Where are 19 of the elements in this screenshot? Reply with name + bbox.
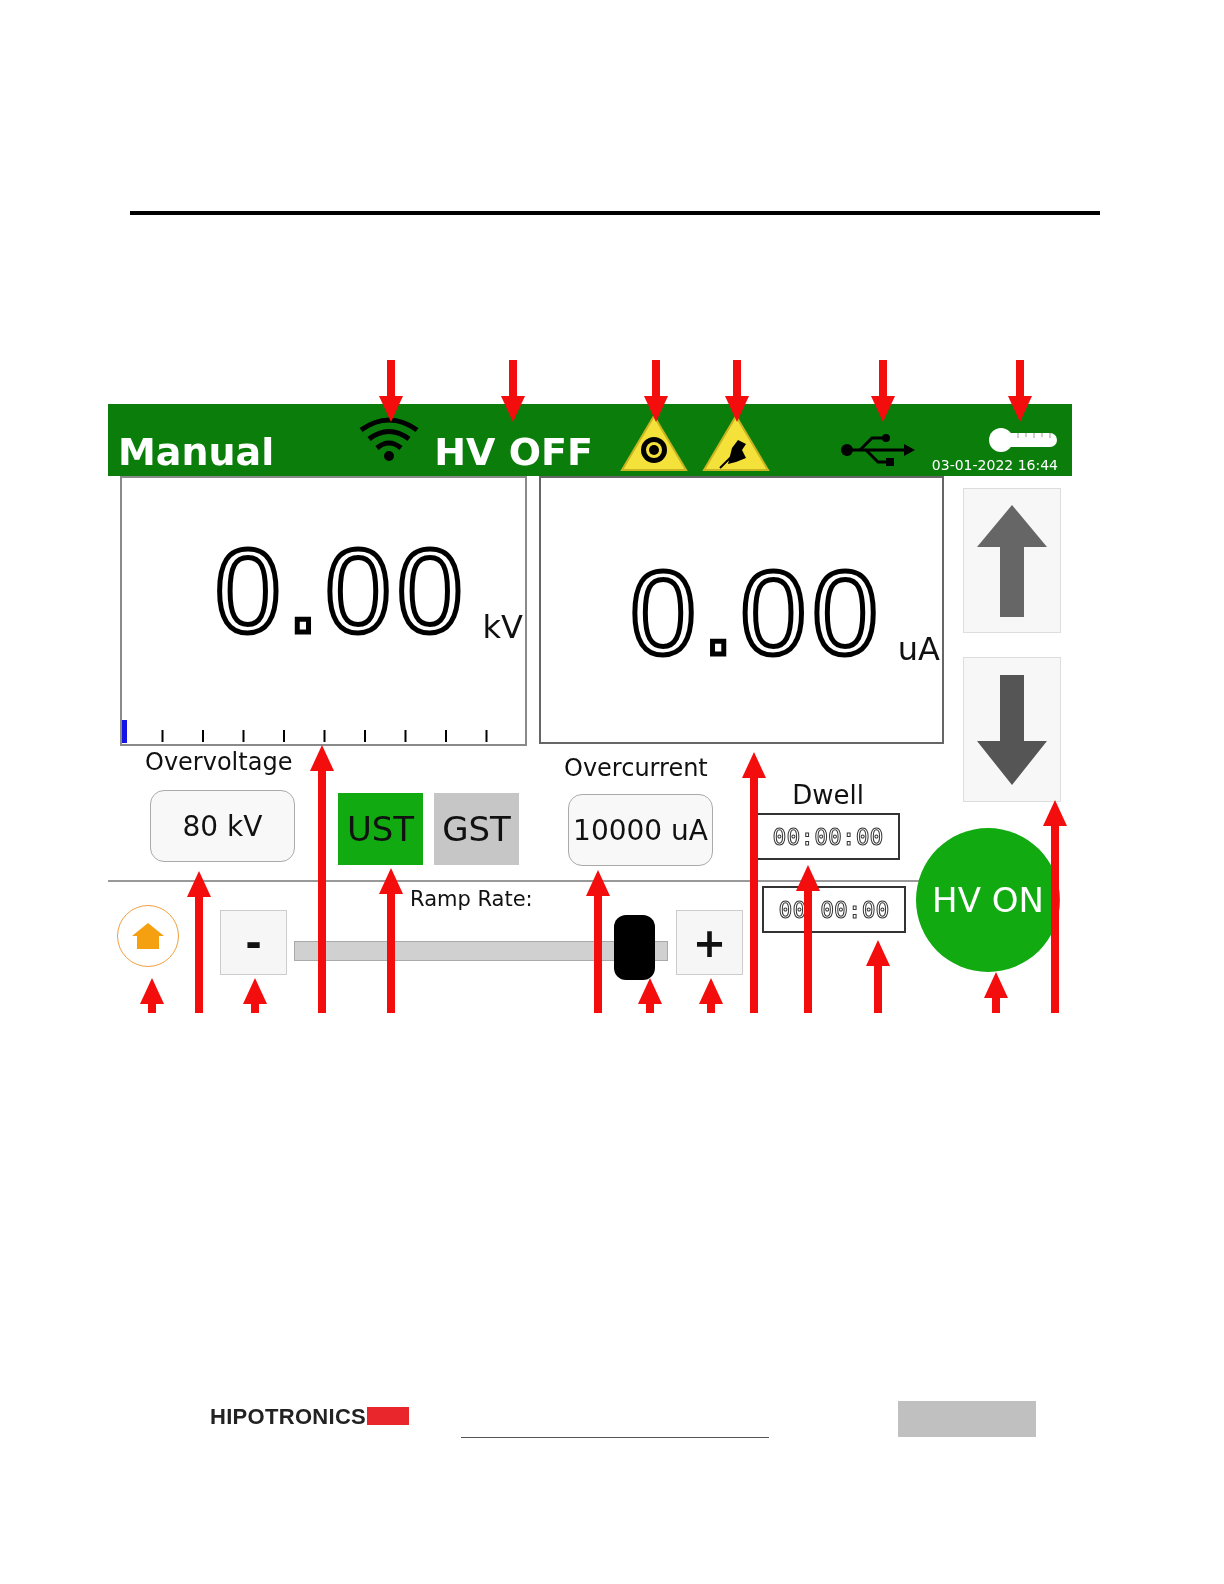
ramp-rate-label: Ramp Rate: <box>410 887 534 911</box>
mode-title: Manual <box>118 430 275 474</box>
decrease-button[interactable]: - <box>220 910 287 975</box>
voltage-unit: kV <box>482 608 523 646</box>
voltage-reading: 0.00 <box>214 532 469 650</box>
mode-tab[interactable]: UST <box>338 793 423 865</box>
dwell-label: Dwell <box>792 780 864 810</box>
current-unit: uA <box>897 630 940 668</box>
mode-tab[interactable]: GST <box>434 793 519 865</box>
current-reading: 0.00 <box>630 554 884 672</box>
date-time: 03-01-2022 16:44 <box>931 457 1058 473</box>
overcurrent-label: Overcurrent <box>564 754 708 782</box>
dwell-time-field[interactable]: 00:00:00 <box>756 813 900 860</box>
brand-logo: HIPOTRONICS <box>210 1404 367 1430</box>
overvoltage-button[interactable]: 80 kV <box>150 790 295 862</box>
increase-button[interactable]: + <box>676 910 743 975</box>
overvoltage-label: Overvoltage <box>145 748 293 776</box>
overcurrent-button[interactable]: 10000 uA <box>568 794 713 866</box>
hv-status: HV OFF <box>434 430 593 474</box>
